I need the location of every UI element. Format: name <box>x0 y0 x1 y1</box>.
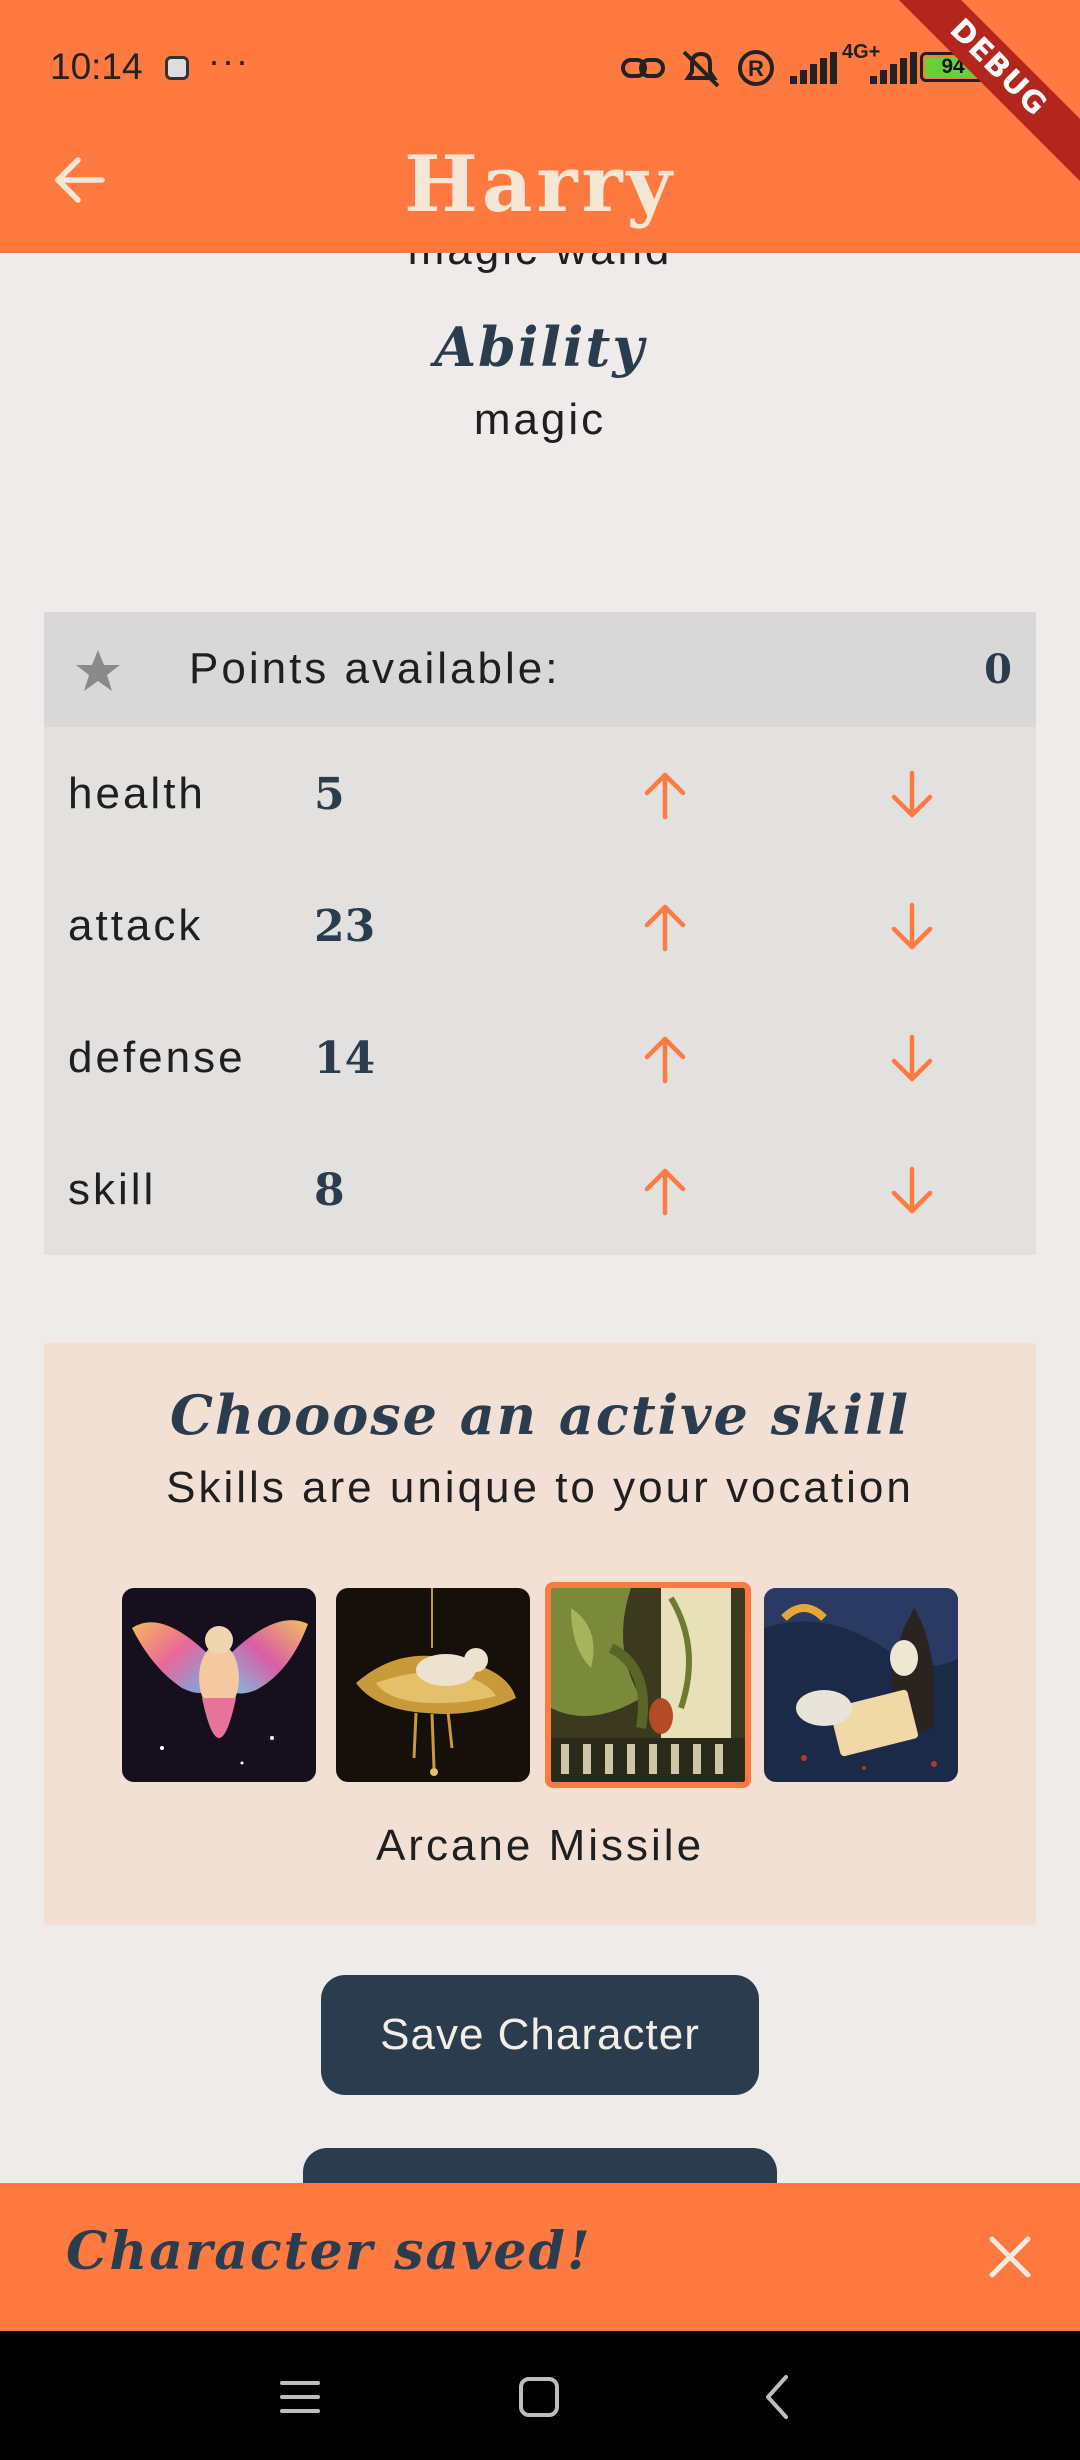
skill-chooser: Chooose an active skill Skills are uniqu… <box>44 1343 1036 1925</box>
decrease-health-arrow-down-icon[interactable] <box>882 765 942 825</box>
points-header: Points available: 0 <box>44 612 1036 727</box>
snackbar-message: Character saved! <box>66 2221 592 2282</box>
stat-value: 23 <box>314 901 376 952</box>
stat-row-skill: skill 8 <box>44 1123 1036 1255</box>
points-label: Points available: <box>189 644 561 693</box>
increase-defense-arrow-up-icon[interactable] <box>635 1029 695 1089</box>
decrease-defense-arrow-down-icon[interactable] <box>882 1029 942 1089</box>
app-bar: 10:14 ··· R 4G+ 94 DEBUG Harry <box>0 0 1080 253</box>
stat-value: 14 <box>314 1033 376 1084</box>
points-value: 0 <box>984 646 1012 693</box>
stat-name: attack <box>68 901 204 950</box>
status-time: 10:14 <box>50 46 143 87</box>
menu-icon[interactable] <box>272 2369 328 2425</box>
registered-icon: R <box>738 50 774 86</box>
decrease-skill-arrow-down-icon[interactable] <box>882 1161 942 1221</box>
skill-option-scholar-image[interactable] <box>764 1588 958 1782</box>
home-icon[interactable] <box>511 2369 567 2425</box>
stat-name: defense <box>68 1033 246 1082</box>
stat-row-health: health 5 <box>44 727 1036 859</box>
character-details: magic wand Ability magic Points availabl… <box>0 253 1080 2183</box>
skills-title: Chooose an active skill <box>169 1383 911 1447</box>
skill-option-golden-cat-image[interactable] <box>336 1588 530 1782</box>
link-icon <box>621 58 665 78</box>
save-character-button[interactable]: Save Character <box>321 1975 759 2095</box>
weapon-value: magic wand <box>0 253 1080 275</box>
secondary-action-button[interactable] <box>303 2148 777 2183</box>
stat-name: health <box>68 769 206 818</box>
increase-health-arrow-up-icon[interactable] <box>635 765 695 825</box>
stats-panel: Points available: 0 health 5 attack 23 d… <box>44 612 1036 1255</box>
decrease-attack-arrow-down-icon[interactable] <box>882 897 942 957</box>
stat-value: 5 <box>314 769 345 820</box>
ability-heading: Ability <box>434 315 646 379</box>
more-notifications-icon: ··· <box>208 40 250 81</box>
page-title: Harry <box>404 139 676 230</box>
skill-option-phoenix-image[interactable] <box>122 1588 316 1782</box>
system-nav-bar <box>0 2331 1080 2460</box>
star-icon <box>76 650 120 691</box>
stat-row-attack: attack 23 <box>44 859 1036 991</box>
increase-skill-arrow-up-icon[interactable] <box>635 1161 695 1221</box>
stat-value: 8 <box>314 1165 345 1216</box>
back-icon[interactable] <box>750 2369 806 2425</box>
signal-icon-2 <box>870 52 918 84</box>
ability-value: magic <box>473 395 607 444</box>
close-icon[interactable] <box>982 2229 1038 2285</box>
svg-text:R: R <box>748 56 764 81</box>
signal-icon <box>790 52 838 84</box>
skills-subtitle: Skills are unique to your vocation <box>166 1463 914 1512</box>
increase-attack-arrow-up-icon[interactable] <box>635 897 695 957</box>
mute-bell-icon <box>682 50 720 88</box>
skill-option-arcane-missile-image[interactable] <box>545 1582 751 1788</box>
stat-row-defense: defense 14 <box>44 991 1036 1123</box>
stat-name: skill <box>68 1165 157 1214</box>
sim-icon <box>165 56 189 80</box>
snackbar: Character saved! <box>0 2183 1080 2331</box>
selected-skill-name: Arcane Missile <box>375 1821 705 1870</box>
